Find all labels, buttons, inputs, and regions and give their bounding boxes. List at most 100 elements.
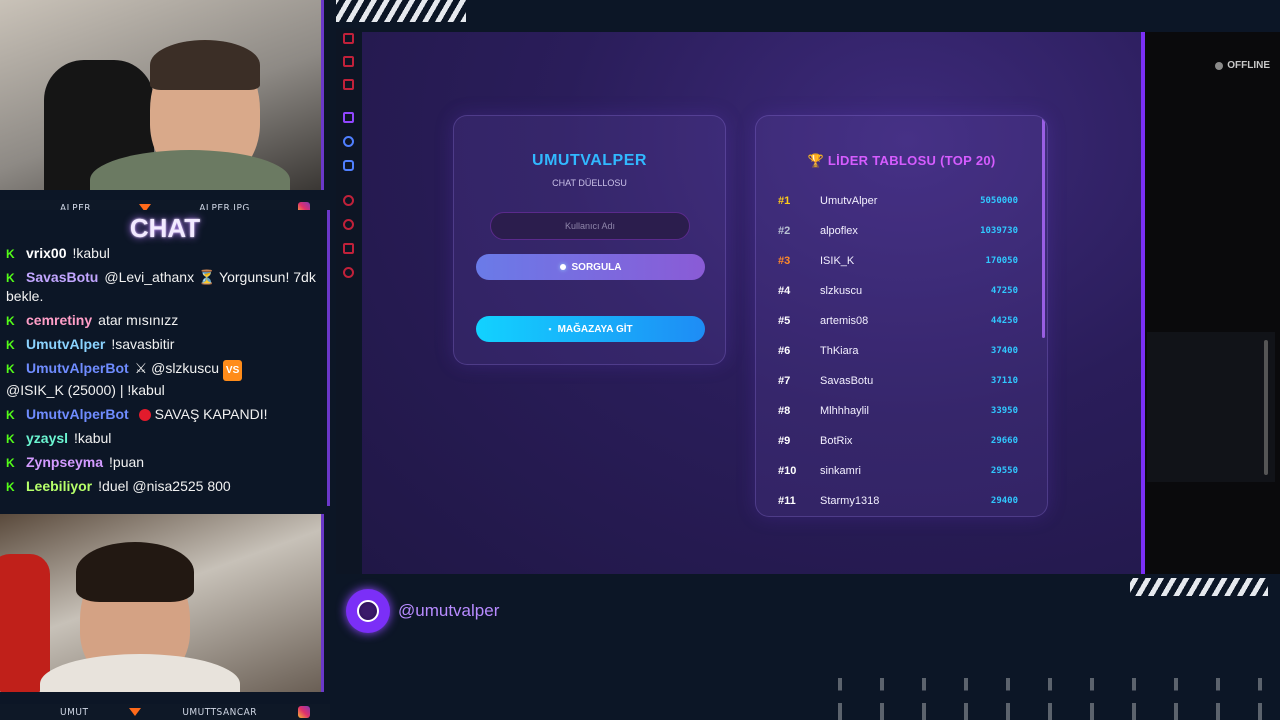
chat-message: Kyzaysl !kabul — [6, 429, 326, 448]
username-input[interactable] — [490, 212, 690, 240]
leaderboard-rows: #1 UmutvAlper 5050000 #2 alpoflex 1039730 #3 IS… — [778, 186, 1018, 516]
rank-label: #4 — [778, 285, 791, 297]
webcam-bottom-name: UMUT — [60, 706, 89, 718]
offline-status: OFFLINE — [1215, 60, 1270, 71]
player-score: 37110 — [990, 376, 1018, 386]
rank-label: #6 — [778, 345, 791, 357]
kick-badge-icon: K — [6, 456, 15, 470]
leaderboard-scrollbar[interactable] — [1042, 118, 1045, 338]
twitch-icon[interactable] — [343, 112, 354, 123]
kick-badge-icon: K — [6, 480, 15, 494]
leaderboard-row: #3 ISIK_K 170050 — [778, 246, 1018, 276]
chat-username[interactable]: yzaysl — [26, 430, 68, 446]
player-name: BotRix — [820, 435, 853, 447]
player-name: ThKiara — [820, 345, 859, 357]
vs-badge: VS — [222, 360, 243, 381]
chat-username[interactable]: SavasBotu — [26, 269, 98, 285]
leaderboard-title: 🏆 LİDER TABLOSU (TOP 20) — [807, 153, 996, 168]
record-icon[interactable] — [343, 195, 354, 206]
store-icon: ▪ — [548, 324, 552, 334]
chat-text: !kabul — [74, 430, 112, 446]
query-button[interactable]: SORGULA — [476, 254, 705, 280]
query-button-label: SORGULA — [571, 261, 622, 273]
chat-text: ⚔ @slzkuscu — [134, 360, 220, 376]
player-name: ISIK_K — [820, 255, 855, 267]
leaderboard-row: #9 BotRix 29660 — [778, 426, 1018, 456]
leaderboard-row: #11 Starmy1318 29400 — [778, 486, 1018, 516]
player-score: 47250 — [990, 286, 1018, 296]
leaderboard-card[interactable]: 🏆 LİDER TABLOSU (TOP 20) #1 UmutvAlper 505… — [755, 115, 1048, 517]
player-name: SavasBotu — [820, 375, 874, 387]
chat-messages: Kvrix00 !kabul K SavasBotu @Levi_athanx ⏳ Yo… — [6, 244, 326, 501]
streamer-hair — [150, 40, 260, 90]
player-score: 33950 — [990, 406, 1018, 416]
leaderboard-row: #10 sinkamri 29550 — [778, 456, 1018, 486]
chat-username[interactable]: UmutvAlperBot — [26, 360, 129, 376]
status-dot-icon — [1215, 61, 1224, 70]
streamer-hair-2 — [76, 542, 194, 602]
duel-web-page: UMUTVALPER CHAT DÜELLOSU SORGULA ▪ MAĞAZ… — [362, 32, 1145, 574]
chat-username[interactable]: vrix00 — [26, 245, 66, 261]
chat-text: !puan — [109, 454, 145, 470]
chat-message: K UmutvAlperBot SAVAŞ KAPANDI! — [6, 405, 326, 424]
rank-label: #1 — [778, 195, 791, 207]
browser-sidebar — [336, 28, 360, 574]
shop-button[interactable]: ▪ MAĞAZAYA GİT — [476, 316, 705, 342]
chat-message: K SavasBotu @Levi_athanx ⏳ Yorgunsun! 7dk … — [6, 268, 326, 306]
player-score: 1039730 — [980, 226, 1018, 236]
orange-arrow-icon — [129, 708, 142, 716]
webcam-bottom — [0, 514, 324, 692]
right-scrollbar[interactable] — [1264, 340, 1268, 475]
player-name: alpoflex — [820, 225, 858, 237]
chat-text: !duel @nisa2525 800 — [98, 478, 231, 494]
leaderboard-row: #2 alpoflex 1039730 — [778, 216, 1018, 246]
handle-text: @umutvalper — [398, 601, 500, 620]
player-score: 44250 — [990, 316, 1018, 326]
rank-label: #10 — [778, 465, 797, 477]
chat-message: K Leebiliyor !duel @nisa2525 800 — [6, 477, 326, 496]
brand-title: UMUTVALPER — [532, 152, 647, 169]
history-icon[interactable] — [343, 243, 354, 254]
rank-label: #2 — [778, 225, 791, 237]
brand-subtitle: CHAT DÜELLOSU — [552, 178, 627, 188]
chat-username[interactable]: UmutvAlper — [26, 336, 105, 352]
chat-username[interactable]: Leebiliyor — [26, 478, 92, 494]
player-score: 29550 — [990, 466, 1018, 476]
offline-label: OFFLINE — [1227, 60, 1270, 71]
webcam-top — [0, 0, 324, 190]
player-name: Mlhhhaylil — [820, 405, 869, 417]
rank-label: #5 — [778, 315, 791, 327]
red-circle-icon — [138, 409, 151, 422]
rank-label: #11 — [778, 495, 796, 507]
more-icon[interactable] — [343, 533, 354, 544]
rank-label: #3 — [778, 255, 791, 267]
messenger-icon[interactable] — [343, 136, 354, 147]
social-handle: @umutvalper — [346, 589, 499, 633]
kick-badge-icon: K — [6, 432, 15, 446]
chat-message: Kvrix00 !kabul — [6, 244, 326, 263]
chat-username[interactable]: UmutvAlperBot — [26, 406, 129, 422]
chat-username[interactable]: Zynpseyma — [26, 454, 103, 470]
chat-message: K Zynpseyma !puan — [6, 453, 326, 472]
chat-username[interactable]: cemretiny — [26, 312, 92, 328]
player-name: sinkamri — [820, 465, 861, 477]
discord-icon[interactable] — [343, 160, 354, 171]
chat-text: atar mısınızz — [98, 312, 179, 328]
red-app-icon[interactable] — [343, 56, 354, 67]
settings-icon[interactable] — [343, 267, 354, 278]
kick-badge-icon: K — [6, 314, 15, 328]
red-app-icon[interactable] — [343, 79, 354, 90]
clock-icon[interactable] — [343, 219, 354, 230]
webcam-bottom-handle: UMUTTSANCAR — [182, 706, 258, 718]
microphone-light — [0, 554, 50, 692]
webcam-bottom-label-bar: UMUT UMUTTSANCAR — [0, 704, 330, 720]
globe-icon — [346, 589, 390, 633]
chat-text: @ISIK_K (25000) | !kabul — [6, 382, 165, 398]
player-score: 37400 — [990, 346, 1018, 356]
chat-text: !savasbitir — [111, 336, 175, 352]
rank-label: #8 — [778, 405, 791, 417]
chevron-pattern-decoration — [820, 678, 1280, 720]
red-app-icon[interactable] — [343, 33, 354, 44]
player-score: 170050 — [985, 256, 1018, 266]
shop-button-label: MAĞAZAYA GİT — [557, 323, 633, 335]
